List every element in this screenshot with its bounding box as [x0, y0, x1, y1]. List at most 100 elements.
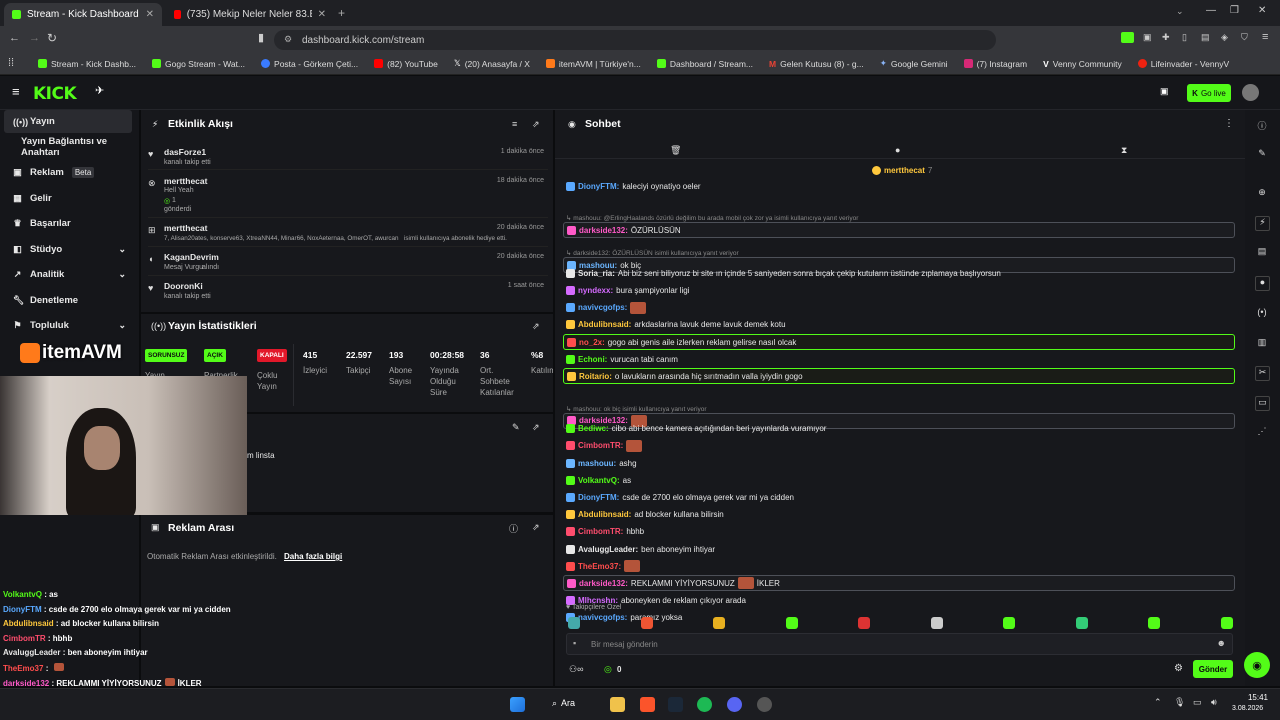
- chat-message[interactable]: CimbomTR: hbhb: [563, 524, 1235, 540]
- steam-icon[interactable]: [668, 697, 683, 712]
- taskbar-search[interactable]: ⌕ Ara: [552, 698, 575, 709]
- chat-message[interactable]: mashouu: ashg: [563, 455, 1235, 471]
- bookmark-lifeinvader[interactable]: Lifeinvader - VennyV: [1137, 59, 1229, 69]
- sidebar-item-analitik[interactable]: ↗ Analitik ⌄: [4, 263, 132, 286]
- aim-icon[interactable]: ⊕: [1256, 187, 1268, 199]
- chat-username[interactable]: CimbomTR:: [578, 527, 623, 536]
- sidebar-item-topluluk[interactable]: ⚑ Topluluk ⌄: [4, 314, 132, 337]
- broadcast-icon[interactable]: (•): [1256, 307, 1268, 319]
- tray-chevron-icon[interactable]: ⌃: [1154, 697, 1162, 708]
- extension-icon[interactable]: ▣: [1143, 32, 1152, 43]
- sidebar-item-basarilar[interactable]: ♛ Başarılar: [4, 212, 132, 235]
- info-icon[interactable]: ⓘ: [509, 522, 518, 535]
- chat-username[interactable]: mashouu:: [578, 459, 616, 468]
- popout-icon[interactable]: ⇗: [532, 422, 540, 433]
- vpn-icon[interactable]: ◈: [1221, 32, 1228, 43]
- sidebar-icon[interactable]: ▯: [1182, 32, 1187, 43]
- wrench-icon[interactable]: ✂: [1255, 366, 1270, 381]
- bookmark-itemavm[interactable]: itemAVM | Türkiye'n...: [545, 59, 641, 69]
- tab-search-icon[interactable]: ⌄: [1176, 6, 1184, 17]
- emote-icon[interactable]: [1148, 617, 1160, 629]
- hamburger-menu-icon[interactable]: ≡: [12, 84, 20, 99]
- bookmark-posta[interactable]: Posta - Görkem Çeti...: [261, 59, 358, 69]
- pinned-gifter[interactable]: mertthecat 7: [872, 166, 932, 175]
- chat-username[interactable]: Soria_ria:: [578, 269, 615, 278]
- bookmark-youtube[interactable]: (82) YouTube: [374, 59, 438, 69]
- send-button[interactable]: Gönder: [1193, 660, 1233, 678]
- sidebar-item-reklam[interactable]: ▣ Reklam Beta: [4, 161, 132, 184]
- obs-icon[interactable]: ▣: [1160, 86, 1169, 97]
- bookmark-instagram[interactable]: (7) Instagram: [963, 59, 1027, 69]
- menu-icon[interactable]: ≡: [1262, 31, 1268, 43]
- address-bar[interactable]: ⚙ dashboard.kick.com/stream: [274, 30, 996, 50]
- chat-username[interactable]: CimbomTR:: [578, 441, 623, 450]
- go-live-button[interactable]: K Go live: [1187, 84, 1231, 102]
- bookmark-dashboard[interactable]: Dashboard / Stream...: [656, 59, 753, 69]
- bookmark-gmail[interactable]: M Gelen Kutusu (8) - g...: [769, 59, 864, 69]
- tab-kick-dashboard[interactable]: Stream - Kick Dashboard ✕: [4, 3, 162, 26]
- wallet-icon[interactable]: ▤: [1201, 32, 1210, 43]
- lightning-icon[interactable]: ⚡︎: [1255, 216, 1270, 231]
- chat-message[interactable]: AvaluggLeader: ben aboneyim ihtiyar: [563, 541, 1235, 557]
- puzzle-icon[interactable]: ✚: [1162, 32, 1170, 43]
- emote-icon[interactable]: [640, 617, 653, 629]
- close-window-icon[interactable]: ✕: [1258, 5, 1266, 16]
- chat-message[interactable]: DionyFTM: csde de 2700 elo olmaya gerek v…: [563, 489, 1235, 505]
- close-tab-icon[interactable]: ✕: [146, 9, 154, 20]
- spotify-icon[interactable]: [697, 697, 712, 712]
- bookmark-gogo-stream[interactable]: Gogo Stream - Wat...: [152, 59, 245, 69]
- trash-icon[interactable]: 🗑︎: [670, 145, 681, 156]
- reload-icon[interactable]: ↻: [47, 31, 57, 45]
- chat-message[interactable]: DionyFTM: kaleciyi oynatiyo oeler: [563, 178, 1235, 194]
- sidebar-item-studyo[interactable]: ◧ Stüdyo ⌄: [4, 238, 132, 261]
- sidebar-item-gelir[interactable]: ▦ Gelir: [4, 187, 132, 210]
- chat-message[interactable]: darkside132: ÖZÜRLÜSÜN: [563, 222, 1235, 239]
- popout-icon[interactable]: ⇗: [532, 321, 540, 332]
- bookmark-icon[interactable]: ▮: [258, 31, 264, 44]
- chat-username[interactable]: AvaluggLeader:: [578, 545, 638, 554]
- chat-username[interactable]: DionyFTM:: [578, 493, 619, 502]
- chat-message[interactable]: Roitario: o lavukların arasında hiç sırıt…: [563, 368, 1235, 385]
- forward-icon[interactable]: →: [29, 32, 40, 44]
- chat-username[interactable]: VolkantvQ:: [578, 476, 620, 485]
- kick-logo[interactable]: KICK: [33, 84, 77, 104]
- chat-message[interactable]: Echoni: vurucan tabi canım: [563, 351, 1235, 367]
- chat-message[interactable]: darkside132: REKLAMMI YİYİYORSUNUZ İKLER: [563, 575, 1235, 592]
- sidebar-item-denetleme[interactable]: 🔧︎ Denetleme: [4, 289, 132, 312]
- taskbar-clock[interactable]: 15:41: [1238, 693, 1268, 702]
- chat-message[interactable]: Bediwc: cibo abi bence kamera açıtığından…: [563, 421, 1235, 437]
- bookmark-venny[interactable]: V Venny Community: [1043, 59, 1122, 69]
- pin-icon[interactable]: ✈: [95, 84, 104, 97]
- chat-mode-icon[interactable]: ●: [895, 145, 900, 155]
- chat-username[interactable]: Bediwc:: [578, 424, 609, 433]
- chat-username[interactable]: Echoni:: [578, 355, 607, 364]
- layout-icon[interactable]: ▭: [1255, 396, 1270, 411]
- share-icon[interactable]: ⋰: [1256, 426, 1268, 438]
- sidebar-item-yayin[interactable]: ((•)) Yayın: [4, 110, 132, 133]
- emote-icon[interactable]: [858, 617, 870, 629]
- chat-message[interactable]: CimbomTR:: [563, 438, 1235, 454]
- emote-icon[interactable]: [1220, 617, 1233, 629]
- avatar[interactable]: [1242, 84, 1259, 101]
- obs-studio-icon[interactable]: [757, 697, 772, 712]
- chat-input[interactable]: ▪ Bir mesaj gönderin ☻: [566, 633, 1233, 655]
- stack-icon[interactable]: ▥: [1256, 337, 1268, 349]
- chat-message[interactable]: navivcgofps: paramız yoksa: [563, 610, 1235, 626]
- tab-youtube[interactable]: (735) Mekip Neler Neler 83.Bölüm Ir... ✕: [166, 3, 334, 26]
- chat-username[interactable]: navivcgofps:: [578, 303, 627, 312]
- slow-mode-icon[interactable]: ⧗: [1121, 145, 1127, 156]
- more-options-icon[interactable]: ⋮: [1224, 118, 1234, 129]
- chat-message[interactable]: TheEmo37:: [563, 558, 1235, 574]
- file-explorer-icon[interactable]: [610, 697, 625, 712]
- chat-username[interactable]: Roitario:: [579, 372, 612, 381]
- bookmark-kick-stream[interactable]: Stream - Kick Dashb...: [38, 59, 136, 69]
- close-tab-icon[interactable]: ✕: [318, 9, 326, 20]
- document-icon[interactable]: ▤: [1256, 246, 1268, 258]
- chat-message[interactable]: nyndexx: bura şampiyonlar ligi: [563, 282, 1235, 298]
- windows-start-icon[interactable]: [510, 697, 525, 712]
- edit-icon[interactable]: ✎: [512, 422, 520, 433]
- emote-icon[interactable]: [568, 617, 580, 629]
- chat-users-icon[interactable]: ⚇∞: [569, 664, 583, 675]
- emote-icon[interactable]: [785, 617, 798, 629]
- help-bubble-icon[interactable]: ◉: [1244, 652, 1270, 678]
